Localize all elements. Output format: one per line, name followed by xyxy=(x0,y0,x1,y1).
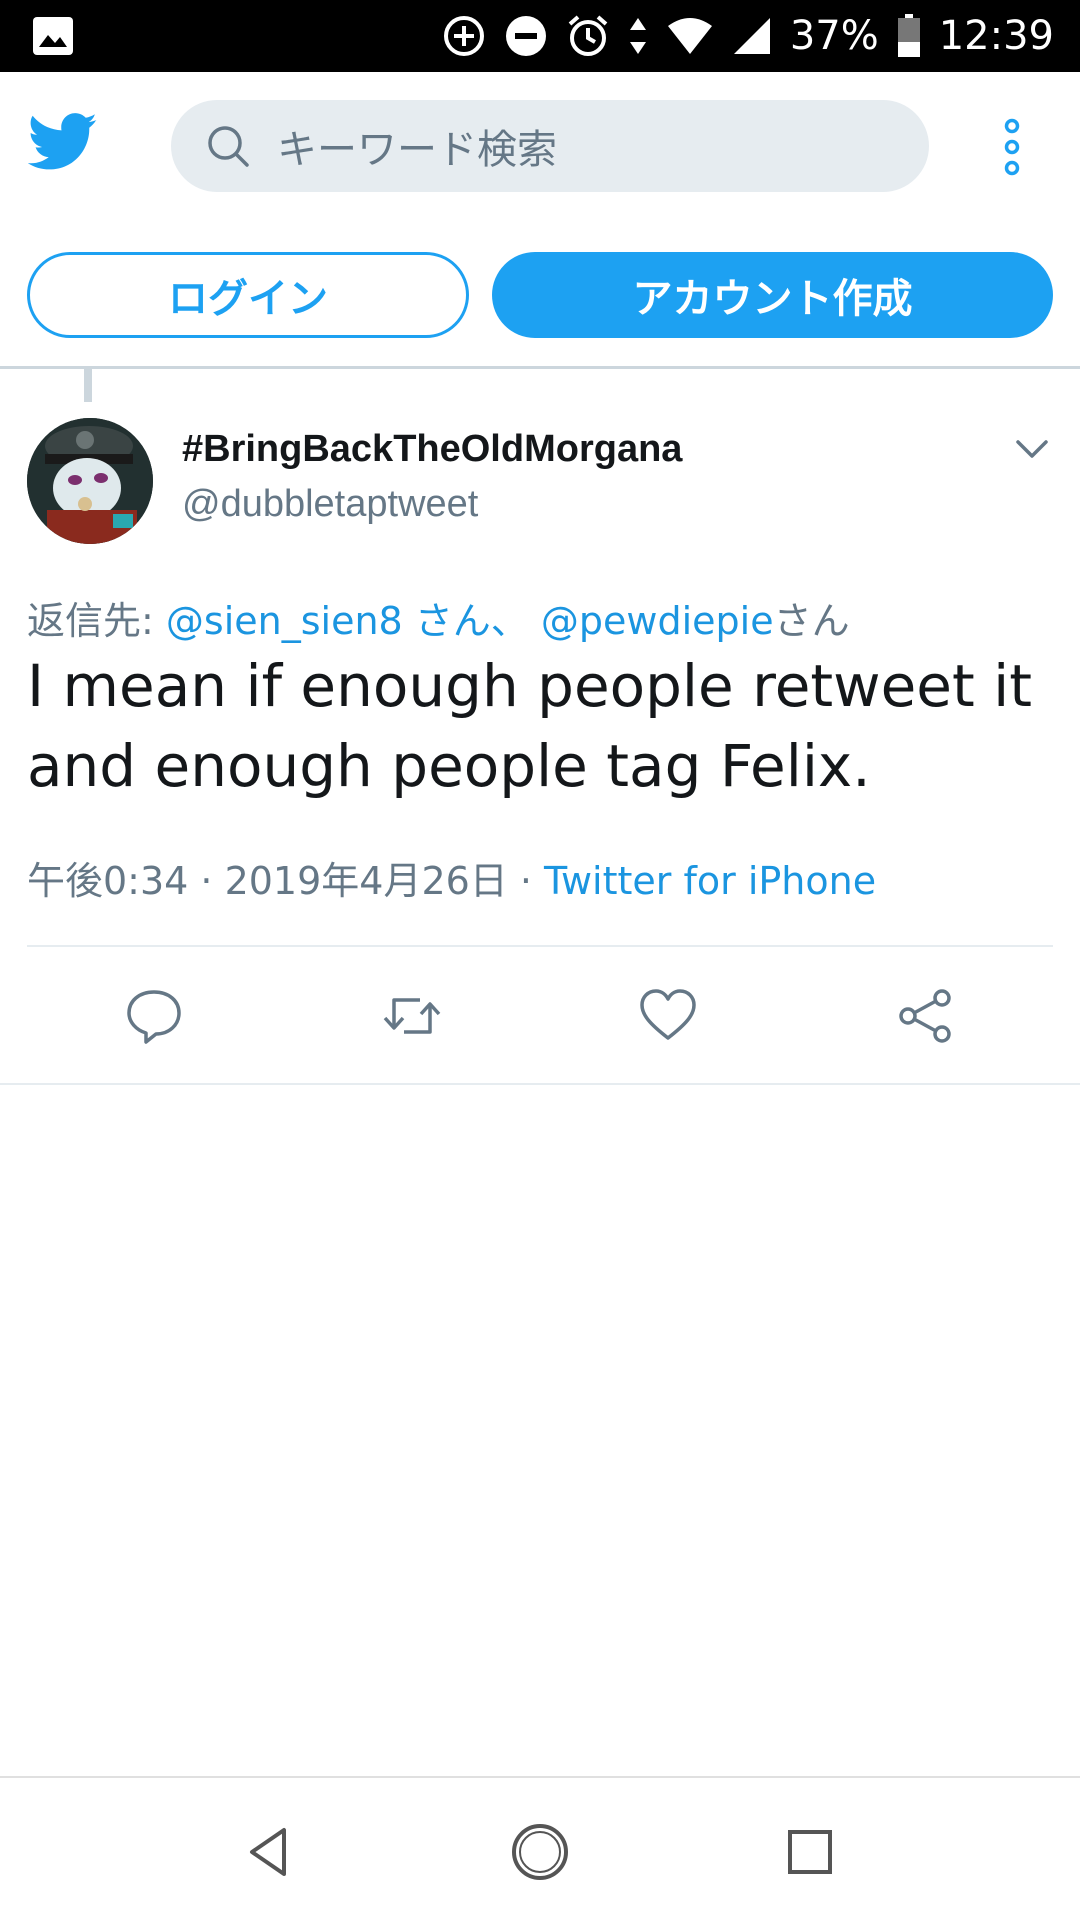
divider xyxy=(27,945,1053,947)
search-placeholder: キーワード検索 xyxy=(277,127,557,173)
twitter-bird-icon[interactable] xyxy=(28,112,98,172)
divider xyxy=(0,1083,1080,1085)
do-not-disturb-icon xyxy=(505,16,546,56)
battery-icon xyxy=(897,14,920,57)
signal-icon xyxy=(733,18,770,54)
data-arrows-icon xyxy=(629,18,646,54)
alarm-icon xyxy=(568,15,608,56)
status-bar: 37% 12:39 xyxy=(0,0,1080,72)
wifi-icon xyxy=(667,18,712,54)
image-icon xyxy=(33,17,73,55)
data-saver-icon xyxy=(443,16,484,56)
reply-mention-link[interactable]: @pewdiepie xyxy=(541,599,774,643)
reply-icon[interactable] xyxy=(124,986,184,1046)
auth-buttons: ログイン アカウント作成 xyxy=(0,250,1080,338)
reply-suffix: さん xyxy=(773,599,850,643)
clock: 12:39 xyxy=(938,13,1054,59)
user-handle[interactable]: @dubbletaptweet xyxy=(182,483,478,526)
tweet-text: I mean if enough people retweet it and e… xyxy=(27,652,1033,800)
recents-icon[interactable] xyxy=(780,1822,840,1882)
thread-connector xyxy=(84,369,92,402)
display-name[interactable]: #BringBackTheOldMorgana xyxy=(182,428,682,471)
tweet-actions xyxy=(0,980,1080,1052)
tweet-meta: 午後0:34 · 2019年4月26日 · Twitter for iPhone xyxy=(27,850,876,905)
retweet-icon[interactable] xyxy=(382,986,442,1046)
avatar-image xyxy=(27,418,153,544)
top-header: キーワード検索 xyxy=(0,72,1080,222)
signup-button[interactable]: アカウント作成 xyxy=(492,252,1053,338)
search-icon xyxy=(208,126,249,167)
heart-icon[interactable] xyxy=(638,986,698,1046)
tweet-source-link[interactable]: Twitter for iPhone xyxy=(544,859,876,903)
reply-context: 返信先: @sien_sien8 さん、 @pewdiepieさん xyxy=(27,590,850,645)
reply-mention-link[interactable]: @sien_sien8 さん xyxy=(166,599,491,643)
reply-separator: 、 xyxy=(490,599,541,643)
back-icon[interactable] xyxy=(240,1822,300,1882)
chevron-down-icon[interactable] xyxy=(1014,434,1050,464)
home-icon[interactable] xyxy=(510,1822,570,1882)
search-bar[interactable]: キーワード検索 xyxy=(171,100,929,192)
tweet-timestamp: 午後0:34 · 2019年4月26日 · xyxy=(27,859,545,903)
login-button[interactable]: ログイン xyxy=(27,252,469,338)
system-nav-bar xyxy=(0,1776,1080,1922)
divider xyxy=(0,366,1080,369)
avatar[interactable] xyxy=(27,418,153,544)
share-icon[interactable] xyxy=(896,986,956,1046)
reply-prefix: 返信先: xyxy=(27,599,166,643)
more-vertical-icon[interactable] xyxy=(1000,118,1024,176)
battery-percent: 37% xyxy=(789,13,879,59)
